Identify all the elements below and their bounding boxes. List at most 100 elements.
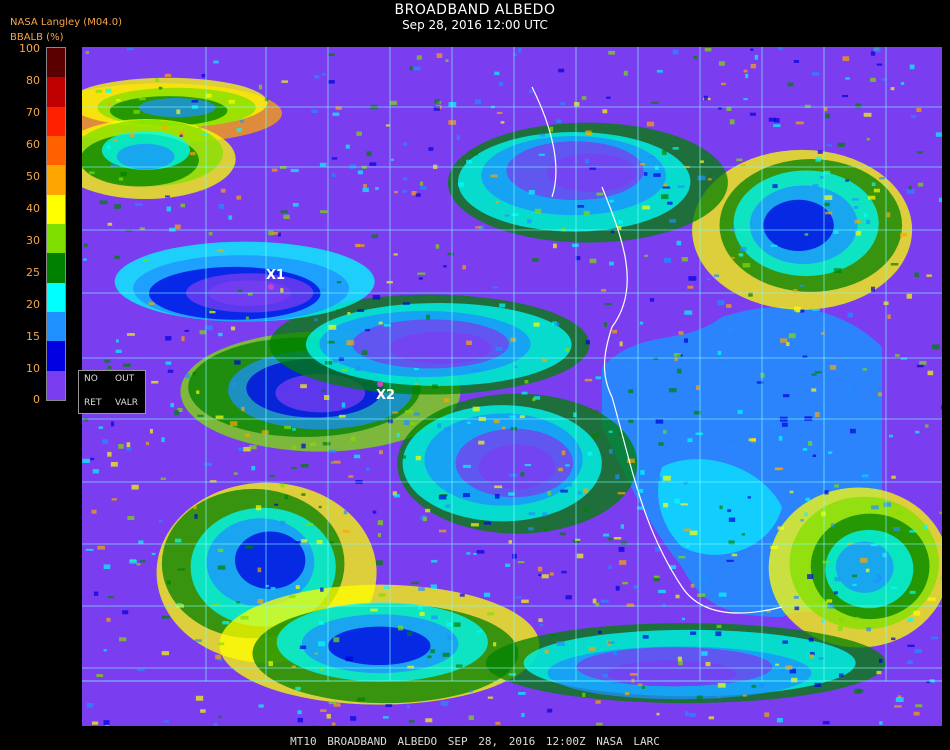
cloud-speckle: [827, 144, 832, 147]
cloud-speckle: [623, 70, 628, 76]
albedo-map[interactable]: [42, 47, 949, 731]
cloud-speckle: [774, 118, 780, 123]
cloud-speckle: [747, 496, 751, 499]
cloud-speckle: [695, 432, 704, 436]
cloud-speckle: [560, 102, 565, 106]
cloud-speckle: [619, 341, 623, 347]
cloud-speckle: [470, 523, 479, 527]
cloud-speckle: [684, 310, 693, 315]
cloud-speckle: [292, 428, 296, 431]
cloud-speckle: [595, 376, 602, 380]
cloud-speckle: [833, 268, 842, 273]
cloud-speckle: [886, 212, 891, 218]
cloud-speckle: [655, 418, 664, 424]
cloud-speckle: [668, 388, 677, 393]
cloud-speckle: [518, 48, 522, 53]
cloud-speckle: [459, 593, 465, 597]
cloud-speckle: [377, 532, 381, 538]
cloud-speckle: [406, 705, 411, 709]
cloud-speckle: [604, 302, 612, 306]
cloud-patch: [478, 444, 556, 490]
cloud-speckle: [759, 683, 764, 688]
cloud-speckle: [181, 336, 185, 342]
cloud-speckle: [436, 53, 443, 59]
cloud-speckle: [699, 160, 704, 164]
cloud-speckle: [684, 711, 689, 717]
cloud-speckle: [647, 155, 655, 158]
cloud-speckle: [741, 533, 746, 536]
cloud-patch: [234, 531, 306, 590]
cloud-speckle: [82, 458, 90, 464]
cloud-speckle: [876, 670, 882, 675]
cloud-speckle: [572, 243, 579, 248]
color-scale-segment: [47, 282, 65, 313]
cloud-speckle: [787, 82, 794, 87]
cloud-speckle: [279, 165, 287, 169]
cloud-speckle: [438, 529, 447, 533]
cloud-speckle: [538, 153, 545, 156]
cloud-speckle: [518, 692, 526, 695]
cloud-speckle: [402, 190, 407, 193]
cloud-speckle: [690, 583, 695, 588]
cloud-speckle: [587, 451, 593, 456]
cloud-speckle: [581, 96, 587, 100]
cloud-speckle: [347, 312, 351, 315]
cloud-speckle: [372, 295, 381, 300]
cloud-speckle: [500, 121, 505, 124]
cloud-speckle: [355, 366, 362, 371]
cloud-speckle: [257, 567, 262, 573]
cloud-speckle: [83, 243, 88, 248]
cloud-speckle: [218, 642, 225, 646]
cloud-speckle: [750, 63, 757, 69]
cloud-speckle: [620, 524, 625, 529]
cloud-speckle: [890, 87, 895, 91]
cloud-speckle: [799, 284, 805, 287]
cloud-speckle: [873, 47, 881, 52]
cloud-speckle: [105, 88, 112, 93]
cloud-speckle: [268, 661, 273, 667]
cloud-speckle: [661, 194, 669, 200]
cloud-speckle: [269, 474, 275, 477]
cloud-speckle: [495, 721, 501, 725]
cloud-speckle: [607, 538, 613, 541]
cloud-speckle: [772, 184, 778, 189]
cloud-speckle: [195, 695, 204, 701]
cloud-patch: [547, 153, 637, 193]
cloud-speckle: [804, 233, 809, 236]
cloud-speckle: [930, 636, 939, 640]
cloud-speckle: [394, 190, 398, 194]
cloud-speckle: [228, 100, 235, 104]
cloud-speckle: [683, 338, 688, 343]
cloud-speckle: [342, 529, 350, 533]
cloud-speckle: [333, 460, 341, 464]
cloud-speckle: [804, 416, 813, 421]
cloud-speckle: [558, 68, 565, 73]
cloud-speckle: [106, 617, 111, 622]
cloud-speckle: [825, 211, 833, 215]
cloud-speckle: [93, 591, 99, 596]
cloud-speckle: [107, 595, 115, 599]
cloud-speckle: [895, 697, 904, 703]
cloud-speckle: [288, 595, 296, 599]
cloud-speckle: [528, 527, 534, 531]
cloud-speckle: [328, 53, 335, 57]
cloud-speckle: [428, 147, 434, 151]
cloud-speckle: [750, 48, 754, 51]
color-scale-tick-label: 15: [26, 330, 40, 343]
cloud-speckle: [931, 344, 940, 350]
cloud-speckle: [800, 519, 804, 522]
cloud-speckle: [893, 527, 901, 532]
cloud-speckle: [472, 152, 478, 156]
cloud-speckle: [876, 63, 883, 66]
cloud-speckle: [683, 528, 691, 532]
cloud-speckle: [385, 124, 391, 127]
cloud-speckle: [792, 369, 796, 373]
cloud-speckle: [742, 694, 747, 697]
cloud-speckle: [716, 624, 722, 629]
cloud-speckle: [561, 450, 566, 456]
cloud-speckle: [431, 615, 438, 620]
cloud-speckle: [802, 447, 808, 451]
cloud-speckle: [914, 272, 920, 277]
cloud-speckle: [321, 73, 326, 76]
cloud-speckle: [876, 574, 882, 580]
